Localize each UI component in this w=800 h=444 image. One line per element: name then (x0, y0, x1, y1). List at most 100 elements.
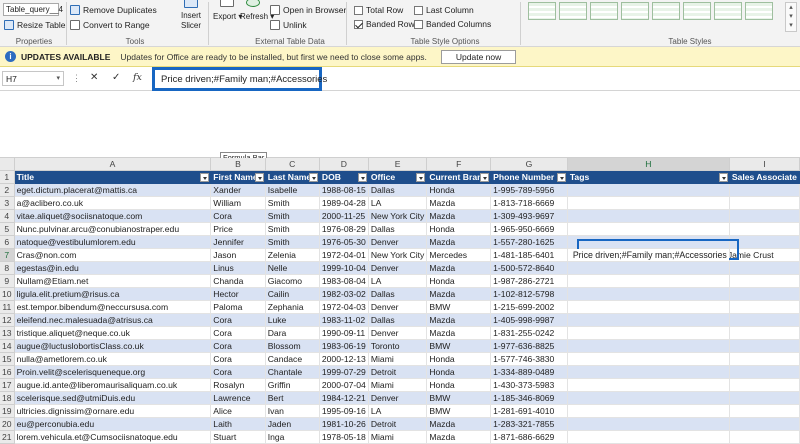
column-header-c[interactable]: C (265, 158, 320, 172)
table-style-swatch[interactable] (714, 2, 742, 20)
table-cell[interactable]: 1-430-373-5983 (490, 378, 568, 393)
row-header[interactable]: 6 (0, 235, 15, 250)
banded-columns-checkbox[interactable]: Banded Columns (414, 19, 491, 29)
table-cell[interactable] (729, 183, 800, 198)
table-cell[interactable]: eget.dictum.placerat@mattis.ca (14, 183, 212, 198)
worksheet-grid[interactable]: ABCDEFGHI 1 Title First Name Last Name DOB Of… (0, 158, 800, 444)
table-cell[interactable]: 1-831-255-0242 (490, 326, 568, 341)
row-header[interactable]: 21 (0, 430, 15, 444)
table-cell[interactable]: Honda (426, 378, 492, 393)
table-cell[interactable]: BMW (426, 339, 492, 354)
table-cell[interactable] (729, 430, 800, 444)
filter-dropdown-icon[interactable] (718, 173, 728, 183)
table-cell[interactable]: Dallas (368, 222, 428, 237)
table-cell[interactable] (567, 365, 730, 380)
table-cell[interactable]: Cras@non.com (14, 248, 212, 263)
table-cell[interactable]: Nelle (265, 261, 320, 276)
row-header[interactable]: 13 (0, 326, 15, 341)
table-header-cell[interactable]: Current Brand (426, 170, 492, 185)
row-header[interactable]: 18 (0, 391, 15, 406)
table-cell[interactable] (729, 235, 800, 250)
table-cell[interactable]: Chantale (265, 365, 320, 380)
table-style-swatch[interactable] (528, 2, 556, 20)
row-header[interactable]: 11 (0, 300, 15, 315)
table-style-swatch[interactable] (652, 2, 680, 20)
row-header[interactable]: 10 (0, 287, 15, 302)
table-cell[interactable] (729, 209, 800, 224)
column-header-d[interactable]: D (319, 158, 369, 172)
table-cell[interactable]: Luke (265, 313, 320, 328)
table-cell[interactable]: Smith (265, 196, 320, 211)
table-cell[interactable]: Cora (210, 339, 266, 354)
table-cell[interactable]: New York City (368, 209, 428, 224)
table-cell[interactable]: Mazda (426, 235, 492, 250)
table-cell[interactable]: Mazda (426, 313, 492, 328)
table-cell[interactable] (729, 404, 800, 419)
table-cell[interactable]: 1-185-346-8069 (490, 391, 568, 406)
table-header-cell[interactable]: Phone Number (490, 170, 568, 185)
table-cell[interactable]: Zephania (265, 300, 320, 315)
column-header-g[interactable]: G (490, 158, 568, 172)
table-cell[interactable] (567, 430, 730, 444)
table-cell[interactable]: 2000-12-13 (319, 352, 369, 367)
table-cell[interactable]: 1976-08-29 (319, 222, 369, 237)
table-cell[interactable]: 1972-04-01 (319, 248, 369, 263)
open-in-browser-button[interactable]: Open in Browser (270, 5, 346, 15)
cancel-icon[interactable]: ✕ (90, 72, 98, 83)
table-styles-gallery[interactable] (528, 2, 773, 20)
row-header[interactable]: 4 (0, 209, 15, 224)
table-cell[interactable] (567, 378, 730, 393)
row-header[interactable]: 3 (0, 196, 15, 211)
formula-bar-expanded-area[interactable]: Formula Bar (0, 91, 800, 163)
table-cell[interactable]: BMW (426, 404, 492, 419)
table-cell[interactable]: Cora (210, 365, 266, 380)
filter-dropdown-icon[interactable] (308, 173, 318, 183)
table-cell[interactable]: Mazda (426, 261, 492, 276)
table-cell[interactable]: 1978-05-18 (319, 430, 369, 444)
table-cell[interactable] (567, 196, 730, 211)
table-cell[interactable]: BMW (426, 300, 492, 315)
table-cell[interactable]: 1-334-889-0489 (490, 365, 568, 380)
table-cell[interactable] (567, 404, 730, 419)
table-cell[interactable]: 1982-03-02 (319, 287, 369, 302)
table-cell[interactable]: Mazda (426, 430, 492, 444)
table-cell[interactable]: eleifend.nec.malesuada@atrisus.ca (14, 313, 212, 328)
table-cell[interactable]: Cora (210, 352, 266, 367)
table-cell[interactable]: 1983-11-02 (319, 313, 369, 328)
table-cell[interactable] (567, 274, 730, 289)
table-cell[interactable]: Paloma (210, 300, 266, 315)
table-cell[interactable]: Jennifer (210, 235, 266, 250)
row-header[interactable]: 12 (0, 313, 15, 328)
table-cell[interactable]: 1-405-998-9987 (490, 313, 568, 328)
table-cell[interactable]: scelerisque.sed@utmiDuis.edu (14, 391, 212, 406)
name-box[interactable]: H7 ▾ (2, 71, 64, 86)
column-header-f[interactable]: F (426, 158, 492, 172)
insert-function-icon[interactable]: fx (133, 72, 142, 83)
table-cell[interactable]: Mazda (426, 287, 492, 302)
table-cell[interactable] (729, 378, 800, 393)
table-cell[interactable]: Honda (426, 352, 492, 367)
table-cell[interactable]: augue@luctuslobortisClass.co.uk (14, 339, 212, 354)
table-cell[interactable] (729, 417, 800, 432)
table-cell[interactable]: Proin.velit@scelerisqueneque.org (14, 365, 212, 380)
table-header-cell[interactable]: First Name (210, 170, 266, 185)
table-cell[interactable]: Denver (368, 235, 428, 250)
table-cell[interactable]: 1983-06-19 (319, 339, 369, 354)
table-cell[interactable]: Xander (210, 183, 266, 198)
select-all-corner[interactable] (0, 158, 15, 172)
table-header-cell[interactable]: Sales Associate (729, 170, 800, 185)
filter-dropdown-icon[interactable] (416, 173, 426, 183)
table-cell[interactable] (567, 339, 730, 354)
table-cell[interactable] (567, 300, 730, 315)
formula-input[interactable]: Price driven;#Family man;#Accessories (152, 67, 327, 91)
table-cell[interactable] (567, 352, 730, 367)
table-cell[interactable] (567, 313, 730, 328)
table-cell[interactable]: Miami (368, 378, 428, 393)
table-style-swatch[interactable] (621, 2, 649, 20)
table-cell[interactable] (567, 209, 730, 224)
table-cell[interactable]: Lawrence (210, 391, 266, 406)
table-style-swatch[interactable] (590, 2, 618, 20)
table-cell[interactable]: Denver (368, 261, 428, 276)
table-cell[interactable]: Candace (265, 352, 320, 367)
table-cell[interactable]: Blossom (265, 339, 320, 354)
